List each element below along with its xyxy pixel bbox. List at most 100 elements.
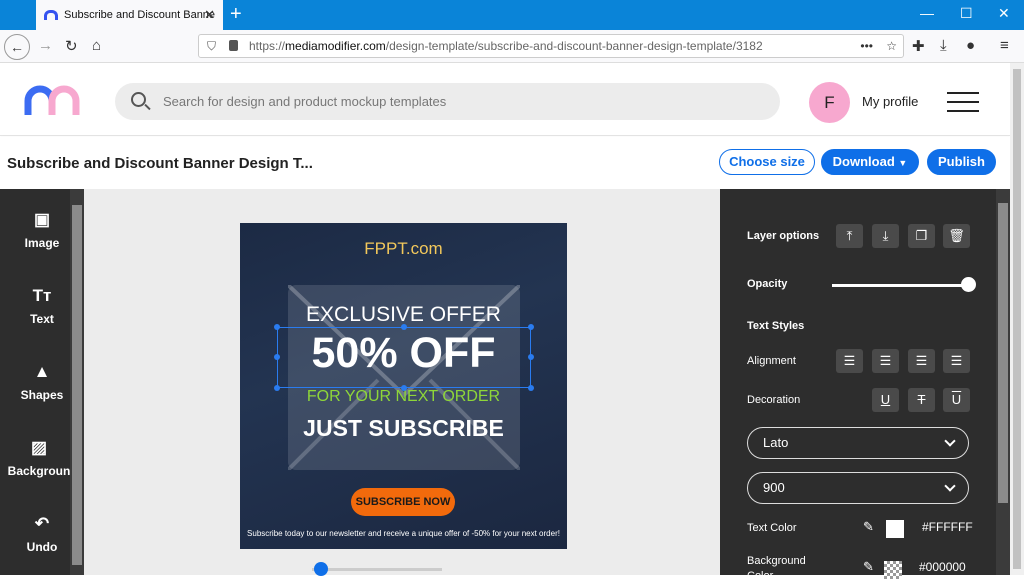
browser-tab[interactable]: Subscribe and Discount Banne ✕ (36, 0, 223, 30)
search-placeholder: Search for design and product mockup tem… (163, 94, 447, 109)
close-window-icon[interactable]: ✕ (998, 5, 1010, 22)
tool-shapes-label: Shapes (20, 388, 64, 402)
banner-cta-button[interactable]: SUBSCRIBE NOW (351, 488, 455, 516)
search-input[interactable]: Search for design and product mockup tem… (115, 83, 780, 120)
tool-text-label: Text (30, 312, 54, 326)
publish-button[interactable]: Publish (927, 149, 996, 175)
strikethrough-icon[interactable]: T (908, 388, 935, 412)
resize-handle[interactable] (528, 354, 534, 360)
align-justify-icon[interactable]: ☰ (943, 349, 970, 373)
zoom-slider-knob[interactable] (314, 562, 328, 576)
account-icon[interactable]: ● (966, 37, 975, 54)
left-scroll-thumb[interactable] (72, 205, 82, 565)
delete-icon[interactable]: 🗑 (943, 224, 970, 248)
tool-background-label: Backgroun (7, 464, 71, 478)
tool-undo-label: Undo (26, 540, 58, 554)
bookmark-star-icon[interactable]: ☆ (886, 35, 897, 57)
send-to-back-icon[interactable]: ⤓ (872, 224, 899, 248)
editor-title-bar: Subscribe and Discount Banner Design T..… (0, 137, 1010, 189)
opacity-slider-knob[interactable] (961, 277, 976, 292)
browser-tab-bar: Subscribe and Discount Banne ✕ + — ☐ ✕ (0, 0, 1024, 30)
url-host: mediamodifier.com (285, 39, 386, 53)
bring-to-front-icon[interactable]: ⤒ (836, 224, 863, 248)
resize-handle[interactable] (528, 385, 534, 391)
opacity-slider[interactable] (832, 284, 968, 287)
background-color-hex[interactable]: #000000 (919, 560, 966, 574)
resize-handle[interactable] (528, 324, 534, 330)
url-path: /design-template/subscribe-and-discount-… (385, 39, 763, 53)
chevron-down-icon (944, 480, 956, 492)
shield-icon: ⛉ (207, 39, 217, 53)
background-color-label: Background Color (747, 555, 806, 582)
document-title: Subscribe and Discount Banner Design T..… (7, 155, 313, 172)
page-scrollbar[interactable] (1010, 63, 1024, 575)
align-right-icon[interactable]: ☰ (908, 349, 935, 373)
text-color-swatch[interactable] (886, 520, 904, 538)
resize-handle[interactable] (274, 354, 280, 360)
forward-icon[interactable]: → (38, 37, 53, 54)
tab-title: Subscribe and Discount Banne (64, 9, 216, 21)
font-weight-value: 900 (763, 480, 785, 495)
font-family-value: Lato (763, 435, 789, 450)
minimize-icon[interactable]: — (920, 5, 934, 21)
resize-handle[interactable] (401, 324, 407, 330)
resize-handle[interactable] (401, 385, 407, 391)
background-color-swatch[interactable] (884, 561, 902, 579)
page-scroll-thumb[interactable] (1013, 69, 1021, 569)
opacity-label: Opacity (747, 278, 788, 290)
download-button[interactable]: Download ▼ (821, 149, 919, 175)
mediamodifier-logo-icon[interactable] (24, 85, 84, 117)
page-actions-icon[interactable]: ••• (860, 35, 873, 57)
downloads-icon[interactable]: ⤓ (940, 37, 947, 54)
url-bar[interactable]: ⛉ https://mediamodifier.com/design-templ… (198, 34, 904, 58)
font-weight-select[interactable]: 900 (747, 472, 969, 504)
align-center-icon[interactable]: ☰ (872, 349, 899, 373)
site-favicon-icon (44, 10, 58, 20)
search-icon (131, 92, 146, 107)
my-profile-link[interactable]: My profile (862, 94, 918, 109)
resize-handle[interactable] (274, 324, 280, 330)
back-icon[interactable]: ← (4, 34, 30, 60)
extensions-icon[interactable]: ✚ (912, 37, 925, 55)
right-scroll-thumb[interactable] (998, 203, 1008, 503)
site-header: Search for design and product mockup tem… (0, 63, 1010, 136)
eyedropper-icon[interactable]: ✎ (863, 519, 874, 535)
resize-handle[interactable] (274, 385, 280, 391)
close-tab-icon[interactable]: ✕ (204, 7, 215, 23)
font-family-select[interactable]: Lato (747, 427, 969, 459)
download-label: Download (832, 154, 895, 169)
zoom-slider-track[interactable] (312, 568, 442, 571)
maximize-icon[interactable]: ☐ (960, 5, 973, 22)
home-icon[interactable]: ⌂ (92, 37, 101, 54)
banner-footnote-text[interactable]: Subscribe today to our newsletter and re… (240, 529, 567, 538)
text-color-hex[interactable]: #FFFFFF (922, 520, 973, 534)
text-styles-label: Text Styles (747, 320, 805, 332)
decoration-label: Decoration (747, 394, 801, 406)
banner-brand-text[interactable]: FPPT.com (240, 239, 567, 259)
reload-icon[interactable]: ↻ (65, 37, 78, 55)
right-scrollbar[interactable] (996, 189, 1010, 575)
properties-panel: Layer options ⤒ ⤓ ❐ 🗑 Opacity Text Style… (720, 189, 996, 582)
choose-size-button[interactable]: Choose size (719, 149, 815, 175)
menu-icon[interactable]: ≡ (1000, 37, 1009, 54)
alignment-label: Alignment (747, 355, 796, 367)
avatar[interactable]: F (809, 82, 850, 123)
duplicate-icon[interactable]: ❐ (908, 224, 935, 248)
overline-icon[interactable]: U (943, 388, 970, 412)
underline-icon[interactable]: U (872, 388, 899, 412)
align-left-icon[interactable]: ☰ (836, 349, 863, 373)
url-prefix: https:// (249, 39, 286, 53)
tool-image-label: Image (24, 236, 60, 250)
new-tab-icon[interactable]: + (230, 3, 242, 26)
background-icon: ▨ (30, 438, 48, 457)
layer-options-label: Layer options (747, 230, 820, 242)
hamburger-menu-icon[interactable] (947, 92, 979, 112)
left-scrollbar[interactable] (70, 189, 84, 575)
browser-nav-bar: ← → ↻ ⌂ ⛉ https://mediamodifier.com/desi… (0, 30, 1024, 63)
text-color-label: Text Color (747, 522, 797, 534)
lock-icon (229, 40, 238, 51)
banner-subscribe-text[interactable]: JUST SUBSCRIBE (240, 415, 567, 442)
selection-box[interactable] (277, 327, 531, 388)
eyedropper-icon[interactable]: ✎ (863, 559, 874, 575)
tool-background[interactable]: ▨ Backgroun (0, 438, 78, 478)
